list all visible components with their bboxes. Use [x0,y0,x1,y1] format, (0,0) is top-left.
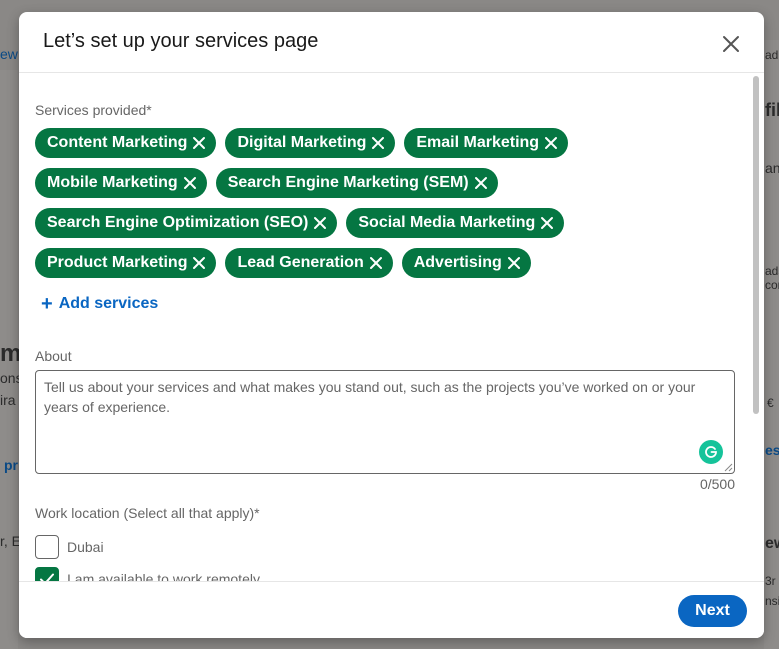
services-chip-list: Content Marketing Digital Marketing Email … [35,128,735,278]
dubai-checkbox[interactable] [35,535,59,559]
service-chip-label: Search Engine Optimization (SEO) [47,214,309,231]
remote-checkbox[interactable] [35,567,59,581]
modal-footer: Next [19,581,764,638]
service-chip[interactable]: Digital Marketing [225,128,396,158]
about-label: About [35,348,72,364]
service-chip[interactable]: Email Marketing [404,128,569,158]
location-option-label: I am available to work remotely [67,571,260,581]
bg-text: pr [4,457,18,473]
service-chip-label: Search Engine Marketing (SEM) [227,174,469,191]
character-counter: 0/500 [699,476,735,492]
add-services-label: Add services [58,295,159,312]
close-icon [723,36,739,52]
service-chip-label: Advertising [413,254,502,271]
service-chip[interactable]: Lead Generation [225,248,393,278]
remove-service-x-icon[interactable] [192,136,206,150]
service-chip[interactable]: Social Media Marketing [346,208,565,238]
next-button[interactable]: Next [678,595,747,627]
bg-text: ang [765,160,779,176]
modal-body: Services provided* Content Marketing Digi… [19,74,764,581]
location-option-remote[interactable]: I am available to work remotely [35,567,260,581]
bg-text: es [765,442,779,458]
service-chip-label: Mobile Marketing [47,174,178,191]
background-right-card [764,40,779,649]
bg-text: fil [765,100,779,120]
service-chip[interactable]: Advertising [401,248,531,278]
service-chip-label: Content Marketing [47,134,188,151]
services-label: Services provided* [35,102,152,118]
service-chip[interactable]: Product Marketing [35,248,217,278]
scrollbar-thumb[interactable] [753,76,759,414]
bg-text: r, E [0,533,22,549]
remove-service-x-icon[interactable] [183,176,197,190]
grammarly-glyph [705,446,717,458]
location-option-dubai[interactable]: Dubai [35,535,104,559]
plus-icon: + [41,293,53,315]
bg-text: ads [765,264,779,278]
modal-header: Let’s set up your services page [19,12,764,73]
service-chip-label: Social Media Marketing [358,214,536,231]
grammarly-icon[interactable] [699,440,723,464]
remove-service-x-icon[interactable] [371,136,385,150]
remove-service-x-icon[interactable] [369,256,383,270]
add-services-button[interactable]: + Add services [41,294,158,314]
remove-service-x-icon[interactable] [544,136,558,150]
bg-text: € [767,396,774,410]
about-textarea[interactable] [35,370,735,474]
remove-service-x-icon[interactable] [540,216,554,230]
close-button[interactable] [715,28,747,60]
modal-title: Let’s set up your services page [43,30,319,52]
service-chip[interactable]: Content Marketing [35,128,217,158]
bg-text: ira [0,392,16,408]
bg-text: ew [765,535,779,552]
service-chip-label: Email Marketing [416,134,540,151]
service-chip[interactable]: Mobile Marketing [35,168,207,198]
service-chip[interactable]: Search Engine Optimization (SEO) [35,208,338,238]
remove-service-x-icon[interactable] [507,256,521,270]
resize-grip-icon[interactable] [723,462,733,472]
service-chip-label: Lead Generation [237,254,364,271]
bg-text: nsi [765,594,779,608]
services-setup-modal: Let’s set up your services page Services… [19,12,764,638]
bg-text: ew [0,46,18,62]
service-chip-label: Digital Marketing [237,134,367,151]
bg-text: con [765,278,779,292]
location-option-label: Dubai [67,539,104,555]
checkmark-icon [40,573,54,581]
remove-service-x-icon[interactable] [474,176,488,190]
bg-text: 3r [765,574,776,588]
work-location-label: Work location (Select all that apply)* [35,505,260,521]
remove-service-x-icon[interactable] [192,256,206,270]
bg-text: ad [765,48,779,62]
remove-service-x-icon[interactable] [313,216,327,230]
service-chip-label: Product Marketing [47,254,188,271]
service-chip[interactable]: Search Engine Marketing (SEM) [215,168,498,198]
